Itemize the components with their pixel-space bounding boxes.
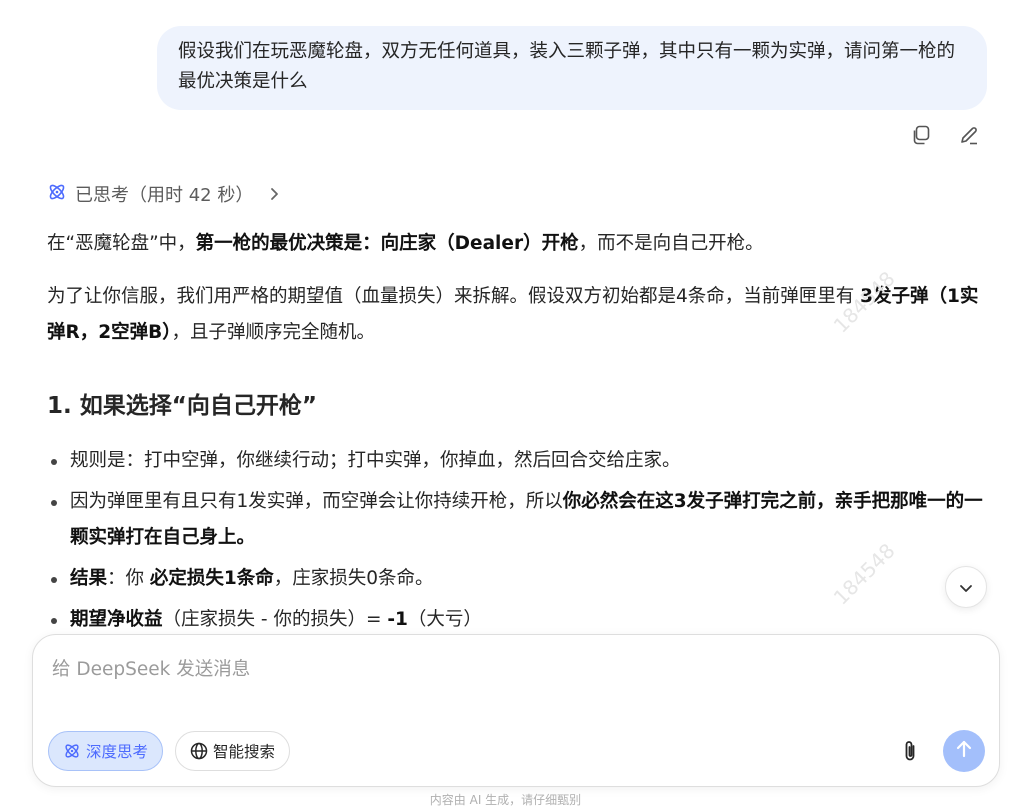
thinking-toggle[interactable]: 已思考（用时 42 秒） bbox=[47, 180, 279, 208]
send-button[interactable] bbox=[943, 730, 985, 772]
bold-span: 期望净收益 bbox=[70, 609, 163, 630]
answer-paragraph: 在“恶魔轮盘”中，第一枪的最优决策是：向庄家（Dealer）开枪，而不是向自己开… bbox=[47, 226, 983, 262]
section-heading: 1. 如果选择“向自己开枪” bbox=[47, 393, 317, 419]
bold-span: 结果 bbox=[70, 568, 108, 589]
list-item: 结果：你 必定损失1条命，庄家损失0条命。 bbox=[47, 561, 983, 597]
text-span: （庄家损失 - 你的损失）= bbox=[162, 609, 388, 630]
text-span: 规则是：打中空弹，你继续行动；打中实弹，你掉血，然后回合交给庄家。 bbox=[70, 450, 681, 471]
list-item: 期望净收益（庄家损失 - 你的损失）= -1（大亏） bbox=[47, 602, 983, 632]
bold-span: 第一枪的最优决策是：向庄家（Dealer）开枪 bbox=[195, 233, 579, 254]
text-span: 在“恶魔轮盘”中， bbox=[47, 233, 196, 254]
thinking-label: 已思考（用时 42 秒） bbox=[75, 185, 254, 206]
answer-paragraph: 为了让你信服，我们用严格的期望值（血量损失）来拆解。假设双方初始都是4条命，当前… bbox=[47, 279, 983, 351]
message-composer: 深度思考 智能搜索 bbox=[32, 634, 1000, 787]
text-span: 因为弹匣里有且只有1发实弹，而空弹会让你持续开枪，所以 bbox=[70, 491, 563, 512]
footer-disclaimer: 内容由 AI 生成，请仔细甄别 bbox=[429, 793, 582, 807]
deep-think-toggle[interactable]: 深度思考 bbox=[48, 731, 164, 771]
text-span: ：你 bbox=[107, 568, 150, 589]
text-span: （大亏） bbox=[407, 609, 482, 630]
globe-icon bbox=[190, 742, 208, 760]
paperclip-icon[interactable] bbox=[899, 738, 921, 764]
deep-think-icon bbox=[63, 742, 81, 760]
text-span: ，且子弹顺序完全随机。 bbox=[171, 322, 375, 343]
list-item: 因为弹匣里有且只有1发实弹，而空弹会让你持续开枪，所以你必然会在这3发子弹打完之… bbox=[47, 484, 983, 556]
assistant-answer: 在“恶魔轮盘”中，第一枪的最优决策是：向庄家（Dealer）开枪，而不是向自己开… bbox=[47, 226, 983, 632]
message-input[interactable] bbox=[52, 655, 952, 715]
bold-span: 必定损失1条命 bbox=[149, 568, 274, 589]
deep-think-label: 深度思考 bbox=[86, 743, 149, 761]
deep-think-icon bbox=[47, 182, 67, 207]
chevron-right-icon bbox=[269, 187, 279, 201]
message-actions bbox=[910, 124, 980, 146]
text-span: 为了让你信服，我们用严格的期望值（血量损失）来拆解。假设双方初始都是4条命，当前… bbox=[47, 286, 861, 307]
user-message-bubble: 假设我们在玩恶魔轮盘，双方无任何道具，装入三颗子弹，其中只有一颗为实弹，请问第一… bbox=[157, 26, 987, 110]
edit-icon[interactable] bbox=[958, 124, 980, 146]
list-item: 规则是：打中空弹，你继续行动；打中实弹，你掉血，然后回合交给庄家。 bbox=[47, 443, 983, 479]
text-span: ，庄家损失0条命。 bbox=[273, 568, 434, 589]
bold-span: -1 bbox=[387, 609, 408, 630]
web-search-toggle[interactable]: 智能搜索 bbox=[175, 731, 291, 771]
arrow-up-icon bbox=[955, 739, 973, 763]
copy-icon[interactable] bbox=[910, 124, 932, 146]
text-span: ，而不是向自己开枪。 bbox=[578, 233, 764, 254]
scroll-to-bottom-button[interactable] bbox=[945, 566, 987, 608]
user-message-text: 假设我们在玩恶魔轮盘，双方无任何道具，装入三颗子弹，其中只有一颗为实弹，请问第一… bbox=[178, 41, 956, 92]
web-search-label: 智能搜索 bbox=[213, 743, 276, 761]
chevron-down-icon bbox=[959, 578, 973, 597]
